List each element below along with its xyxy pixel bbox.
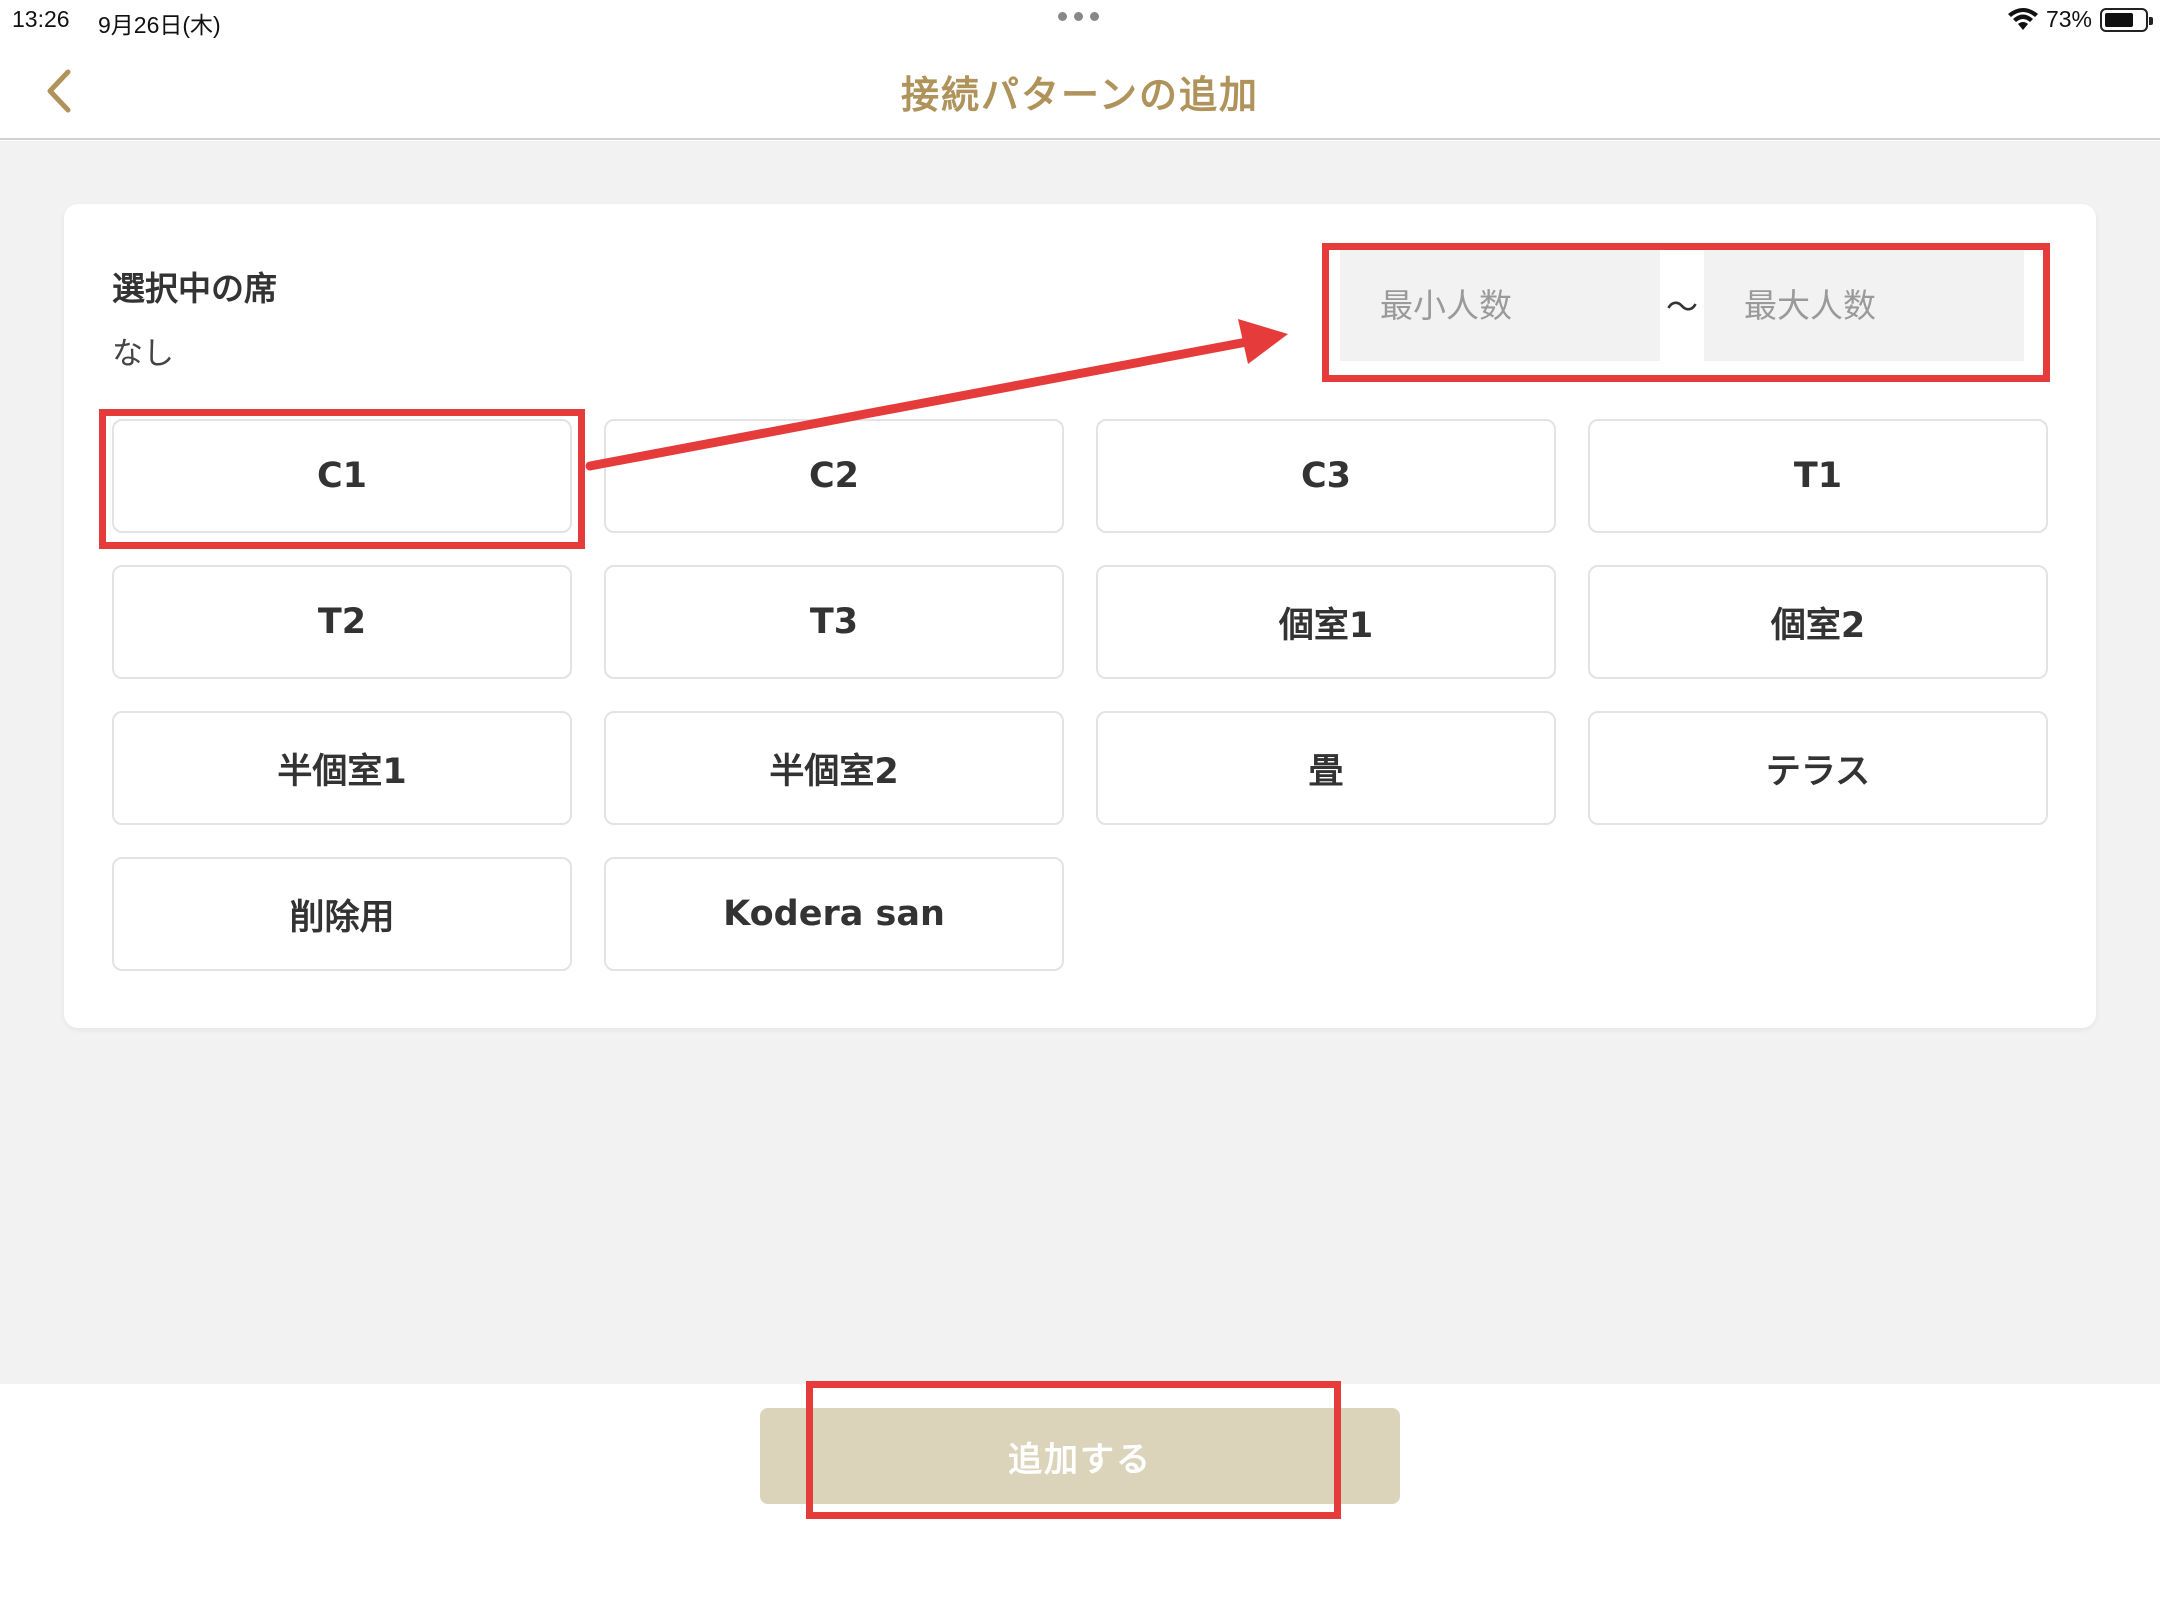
seat-button[interactable]: 畳 <box>1096 711 1556 825</box>
navigation-bar: 接続パターンの追加 <box>0 40 2160 140</box>
page-title: 接続パターンの追加 <box>900 73 1260 117</box>
selected-seats-value: なし <box>112 336 174 372</box>
seat-button[interactable]: テラス <box>1588 711 2048 825</box>
status-bar: 13:26 9月26日(木) 73% <box>0 0 2160 40</box>
wifi-icon <box>2007 7 2038 30</box>
seat-button[interactable]: C2 <box>604 419 1064 533</box>
seat-button[interactable]: T2 <box>112 565 572 679</box>
annotation-box-add-button <box>806 1381 1341 1519</box>
seat-button[interactable]: T1 <box>1588 419 2048 533</box>
seat-button[interactable]: 半個室2 <box>604 711 1064 825</box>
seat-button[interactable]: T3 <box>604 565 1064 679</box>
status-right: 73% <box>2007 6 2153 33</box>
seat-button[interactable]: Kodera san <box>604 857 1064 971</box>
status-date: 9月26日(木) <box>98 12 221 38</box>
seat-button[interactable]: C3 <box>1096 419 1556 533</box>
seat-button[interactable]: 個室1 <box>1096 565 1556 679</box>
annotation-box-range <box>1322 243 2050 382</box>
annotation-box-seat <box>99 409 585 549</box>
selected-seats-label: 選択中の席 <box>112 269 277 308</box>
seat-button[interactable]: 個室2 <box>1588 565 2048 679</box>
battery-level <box>2105 12 2133 27</box>
seat-button[interactable]: 半個室1 <box>112 711 572 825</box>
battery-percent: 73% <box>2045 6 2092 32</box>
battery-icon <box>2100 7 2153 32</box>
status-time: 13:26 <box>12 6 70 32</box>
seat-button[interactable]: 削除用 <box>112 857 572 971</box>
multitasking-dots-icon[interactable] <box>1058 12 1099 21</box>
